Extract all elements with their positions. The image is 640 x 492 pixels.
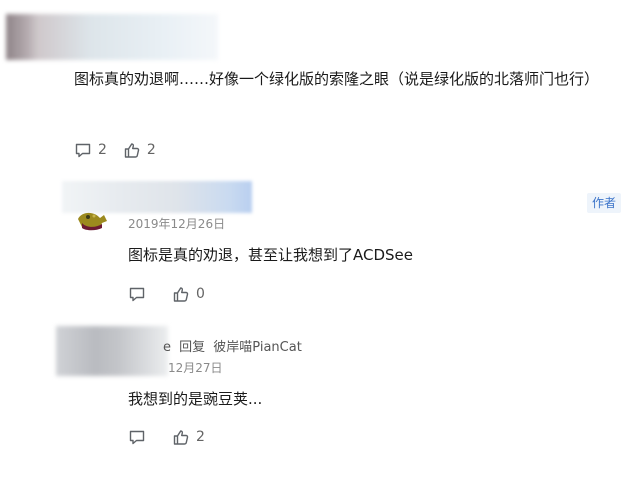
reply-text: 我想到的是豌豆荚... xyxy=(128,390,263,408)
reply-header: e 回复 彼岸喵PianCat xyxy=(163,336,302,355)
reply-actions: 0 xyxy=(128,285,221,303)
reply-button[interactable]: 2 xyxy=(74,141,107,159)
reply-to-user[interactable]: 彼岸喵PianCat xyxy=(213,340,302,355)
reply-label: 回复 xyxy=(179,340,206,355)
comment-actions: 2 2 xyxy=(74,141,172,159)
like-button[interactable]: 0 xyxy=(172,285,205,303)
blurred-user-avatar xyxy=(56,326,168,376)
reply-actions: 2 xyxy=(128,428,221,446)
like-count: 0 xyxy=(196,286,205,302)
reply-count: 2 xyxy=(98,142,107,158)
reply-text: 图标是真的劝退，甚至让我想到了ACDSee xyxy=(128,246,414,264)
thumbs-up-icon xyxy=(173,430,189,445)
author-badge: 作者 xyxy=(587,193,621,213)
like-button[interactable]: 2 xyxy=(172,428,205,446)
thumbs-up-icon xyxy=(173,287,189,302)
avatar[interactable] xyxy=(76,209,110,231)
like-button[interactable]: 2 xyxy=(123,141,156,159)
like-count: 2 xyxy=(146,142,156,158)
comment-icon xyxy=(129,287,145,302)
username[interactable]: e xyxy=(163,340,171,355)
comment-text: 图标真的劝退啊……好像一个绿化版的索隆之眼（说是绿化版的北落师门也行） xyxy=(74,70,600,88)
reply-date: 2019年12月26日 xyxy=(128,217,226,231)
reply-button[interactable] xyxy=(128,285,152,303)
reply-date: 12月27日 xyxy=(168,361,223,375)
comment-icon xyxy=(75,143,91,158)
comment-icon xyxy=(129,430,145,445)
like-count: 2 xyxy=(196,429,205,445)
reply-button[interactable] xyxy=(128,428,152,446)
thumbs-up-icon xyxy=(124,143,140,158)
blurred-user-header xyxy=(6,14,218,60)
